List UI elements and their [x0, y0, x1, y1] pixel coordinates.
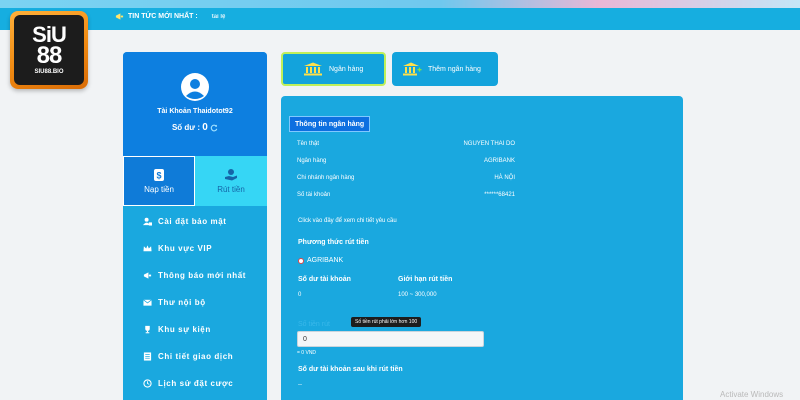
bank-info-header[interactable]: Thông tin ngân hàng — [289, 116, 371, 132]
details-link[interactable]: Click vào đây để xem chi tiết yêu cầu — [298, 218, 397, 224]
username: Tài Khoản Thaidotot92 — [157, 108, 233, 115]
limit-value: 100 ~ 300,000 — [398, 292, 437, 298]
sidebar-item-inbox[interactable]: Thư nội bộ — [123, 289, 267, 316]
tab-bank-label: Ngân hàng — [329, 65, 364, 73]
balance-row: Số dư : 0 — [123, 122, 267, 133]
radio-button[interactable] — [298, 257, 304, 264]
bank-add-icon — [403, 62, 422, 76]
after-balance-value: -- — [298, 382, 302, 388]
tab-bank[interactable]: Ngân hàng — [281, 52, 386, 86]
news-ticker[interactable]: TIN TỨC MỚI NHẤT : tải lệ — [115, 12, 225, 21]
info-label: Tên thật — [297, 141, 320, 147]
news-label: TIN TỨC MỚI NHẤT : — [128, 13, 198, 20]
withdraw-label: Rút tiền — [217, 185, 245, 194]
balance-label: Số dư : — [171, 123, 200, 132]
balance-value: 0 — [202, 122, 208, 133]
os-watermark: Activate Windows — [720, 390, 784, 399]
account-sidebar: Tài Khoản Thaidotot92 Số dư : 0 $ Nạp ti… — [123, 52, 267, 400]
withdraw-amount-input[interactable] — [297, 331, 484, 347]
info-row-branch: Chi nhánh ngân hàng HÀ NỘI — [297, 175, 515, 185]
bank-icon — [304, 62, 322, 76]
info-row-bank: Ngân hàng AGRIBANK — [297, 158, 515, 168]
limit-title: Giới hạn rút tiền — [398, 276, 453, 283]
sidebar-item-label: Lịch sử đặt cược — [158, 379, 234, 388]
info-row-account: Số tài khoản ******68421 — [297, 192, 515, 202]
sidebar-item-label: Cài đặt bảo mật — [158, 217, 227, 226]
logo-bottom-text: 88 — [36, 42, 63, 69]
sidebar-item-notifications[interactable]: Thông báo mới nhất — [123, 262, 267, 289]
svg-text:$: $ — [156, 171, 161, 181]
user-lock-icon — [143, 217, 152, 226]
site-logo[interactable]: SiU 88 SIU88.BIO — [10, 11, 88, 89]
withdraw-method-option[interactable]: AGRIBANK — [298, 257, 343, 264]
megaphone-icon — [143, 272, 152, 279]
envelope-icon — [143, 299, 152, 306]
bank-panel: Thông tin ngân hàng Tên thật NGUYEN THAI… — [281, 96, 683, 400]
news-ticker-text: tải lệ — [211, 13, 226, 20]
info-value: NGUYEN THAI DO — [463, 141, 515, 147]
logo-domain: SIU88.BIO — [34, 69, 64, 75]
sidebar-item-security[interactable]: Cài đặt bảo mật — [123, 208, 267, 235]
sidebar-menu: Cài đặt bảo mật Khu vực VIP Thông báo mớ… — [123, 208, 267, 397]
deposit-label: Nạp tiền — [144, 185, 174, 194]
info-value: ******68421 — [484, 192, 515, 198]
withdraw-method-label: AGRIBANK — [307, 257, 344, 264]
amount-label: Số tiền rút — [298, 321, 330, 328]
coin-icon: $ — [154, 169, 164, 181]
info-value: HÀ NỘI — [494, 175, 515, 181]
list-icon — [143, 352, 152, 361]
info-label: Chi nhánh ngân hàng — [297, 175, 355, 181]
hand-money-icon — [225, 169, 237, 181]
deposit-button[interactable]: $ Nạp tiền — [123, 156, 195, 206]
top-banner — [0, 0, 800, 8]
trophy-icon — [145, 325, 150, 334]
info-row-name: Tên thật NGUYEN THAI DO — [297, 141, 515, 151]
after-balance-title: Số dư tài khoản sau khi rút tiền — [298, 366, 403, 373]
info-label: Ngân hàng — [297, 158, 327, 164]
sidebar-item-label: Thông báo mới nhất — [158, 271, 247, 280]
amount-tooltip: Số tiền rút phải lớn hơn 100 — [351, 317, 422, 327]
megaphone-icon — [115, 13, 124, 20]
refresh-icon[interactable] — [210, 124, 218, 132]
balance-value: 0 — [298, 292, 302, 298]
news-bar: TIN TỨC MỚI NHẤT : tải lệ — [0, 8, 800, 30]
withdraw-method-title: Phương thức rút tiền — [298, 239, 369, 246]
withdraw-button[interactable]: Rút tiền — [195, 156, 267, 206]
sidebar-item-bet-history[interactable]: Lịch sử đặt cược — [123, 370, 267, 397]
info-label: Số tài khoản — [297, 192, 331, 198]
sidebar-item-transactions[interactable]: Chi tiết giao dịch — [123, 343, 267, 370]
sidebar-item-label: Khu sự kiện — [158, 325, 211, 334]
info-value: AGRIBANK — [483, 158, 515, 164]
sidebar-item-vip[interactable]: Khu vực VIP — [123, 235, 267, 262]
tab-add-bank-label: Thêm ngân hàng — [428, 65, 481, 73]
avatar-icon — [181, 73, 209, 101]
conversion-text: = 0 VND — [297, 350, 317, 356]
sidebar-item-label: Khu vực VIP — [158, 244, 213, 253]
sidebar-item-label: Thư nội bộ — [158, 298, 206, 307]
profile-card: Tài Khoản Thaidotot92 Số dư : 0 — [123, 52, 267, 156]
crown-icon — [143, 245, 152, 252]
sidebar-item-label: Chi tiết giao dịch — [158, 352, 234, 361]
tab-add-bank[interactable]: Thêm ngân hàng — [392, 52, 498, 86]
balance-title: Số dư tài khoản — [298, 276, 351, 283]
history-icon — [143, 379, 152, 388]
sidebar-item-events[interactable]: Khu sự kiện — [123, 316, 267, 343]
